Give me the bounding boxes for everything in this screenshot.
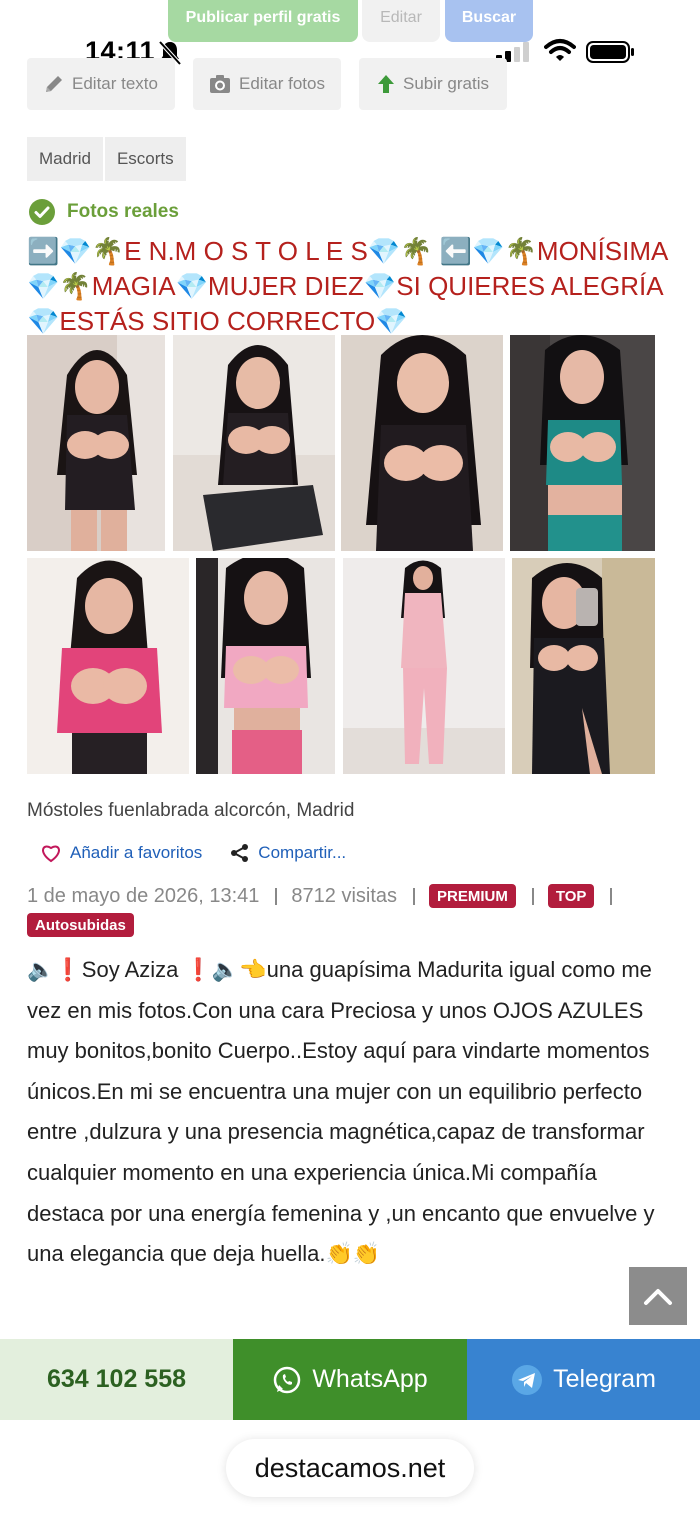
verified-label: Fotos reales — [67, 201, 179, 222]
whatsapp-button[interactable]: WhatsApp — [233, 1339, 467, 1420]
camera-icon — [210, 75, 230, 93]
edit-text-button[interactable]: Editar texto — [27, 58, 175, 110]
edit-photos-label: Editar fotos — [239, 74, 325, 93]
heart-icon — [42, 845, 60, 863]
photo-6[interactable] — [196, 558, 335, 774]
post-date: 1 de mayo de 2026, 13:41 — [27, 885, 260, 907]
share-label: Compartir... — [258, 843, 347, 862]
chevron-up-icon — [644, 1289, 672, 1305]
separator — [275, 887, 278, 905]
page: Publicar perfil gratis Editar Buscar 14:… — [0, 0, 700, 1521]
photo-1[interactable] — [27, 335, 165, 551]
visit-count: 8712 visitas — [291, 885, 398, 907]
edit-photos-button[interactable]: Editar fotos — [193, 58, 341, 110]
browser-url: destacamos.net — [254, 1452, 446, 1483]
arrow-up-icon — [378, 75, 394, 93]
autosubidas-badge: Autosubidas — [27, 913, 134, 937]
verified-badge: Fotos reales — [29, 199, 179, 225]
upload-free-label: Subir gratis — [403, 74, 489, 93]
separator — [413, 887, 416, 905]
top-badge: TOP — [547, 884, 595, 908]
browser-url-bar[interactable]: destacamos.net — [226, 1439, 474, 1497]
add-favorite-label: Añadir a favoritos — [70, 843, 203, 862]
share-icon — [231, 844, 249, 862]
telegram-button[interactable]: Telegram — [467, 1339, 700, 1420]
upload-free-button[interactable]: Subir gratis — [359, 58, 507, 110]
check-circle-icon — [29, 199, 55, 225]
phone-button[interactable]: 634 102 558 — [0, 1339, 233, 1420]
ad-actions: Añadir a favoritos Compartir... — [40, 840, 346, 866]
photo-2[interactable] — [173, 335, 335, 551]
contact-bar: 634 102 558 WhatsApp Telegram — [0, 1339, 700, 1420]
breadcrumb: Madrid Escorts — [27, 137, 186, 181]
edit-toolbar: Editar texto Editar fotos Subir gratis — [27, 58, 677, 110]
phone-number: 634 102 558 — [46, 1365, 187, 1393]
whatsapp-icon — [274, 1366, 301, 1393]
separator — [531, 887, 534, 905]
breadcrumb-city[interactable]: Madrid — [27, 137, 103, 181]
whatsapp-label: WhatsApp — [312, 1365, 428, 1393]
breadcrumb-category[interactable]: Escorts — [104, 137, 186, 181]
share-link[interactable]: Compartir... — [230, 843, 346, 863]
telegram-label: Telegram — [553, 1365, 656, 1393]
separator — [610, 887, 613, 905]
photo-3[interactable] — [341, 335, 503, 551]
add-favorite-link[interactable]: Añadir a favoritos — [40, 843, 202, 863]
photo-4[interactable] — [510, 335, 655, 551]
location: Móstoles fuenlabrada alcorcón, Madrid — [27, 800, 355, 821]
ad-title: ➡️💎🌴E N.M O S T O L E S💎🌴 ⬅️💎🌴MONÍSIMA 💎… — [27, 236, 667, 336]
scroll-top-button[interactable] — [629, 1267, 687, 1325]
telegram-icon — [512, 1364, 543, 1395]
pencil-icon — [46, 76, 62, 92]
photo-8[interactable] — [512, 558, 655, 774]
ad-description: 🔈❗Soy Aziza ❗🔈👈una guapísima Madurita ig… — [27, 957, 655, 1267]
photo-5[interactable] — [27, 558, 189, 774]
photo-7[interactable] — [343, 558, 505, 774]
edit-text-label: Editar texto — [72, 74, 158, 93]
premium-badge: PREMIUM — [429, 884, 516, 908]
